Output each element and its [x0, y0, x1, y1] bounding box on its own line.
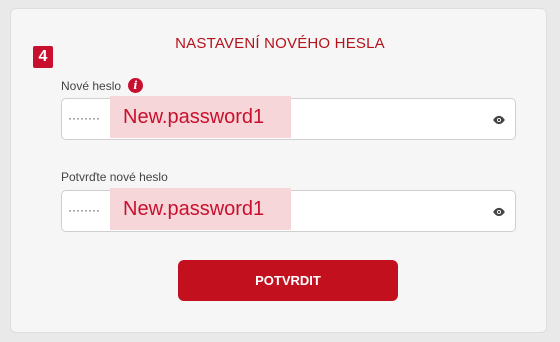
eye-icon[interactable] [492, 205, 506, 219]
eye-icon[interactable] [492, 113, 506, 127]
new-password-annotation: New.password1 [110, 96, 291, 138]
form-title: NASTAVENÍ NOVÉHO HESLA [175, 35, 385, 52]
confirm-password-annotation: New.password1 [110, 188, 291, 230]
confirm-password-masked: ········ [68, 203, 100, 217]
confirm-password-label: Potvrďte nové heslo [61, 170, 168, 184]
new-password-label: Nové heslo [61, 79, 122, 93]
confirm-button[interactable]: POTVRDIT [178, 260, 398, 301]
new-password-masked: ········ [68, 111, 100, 125]
confirm-password-field[interactable]: ········ New.password1 [61, 188, 516, 232]
new-password-field[interactable]: ········ New.password1 [61, 96, 516, 140]
info-icon[interactable]: i [128, 78, 143, 93]
